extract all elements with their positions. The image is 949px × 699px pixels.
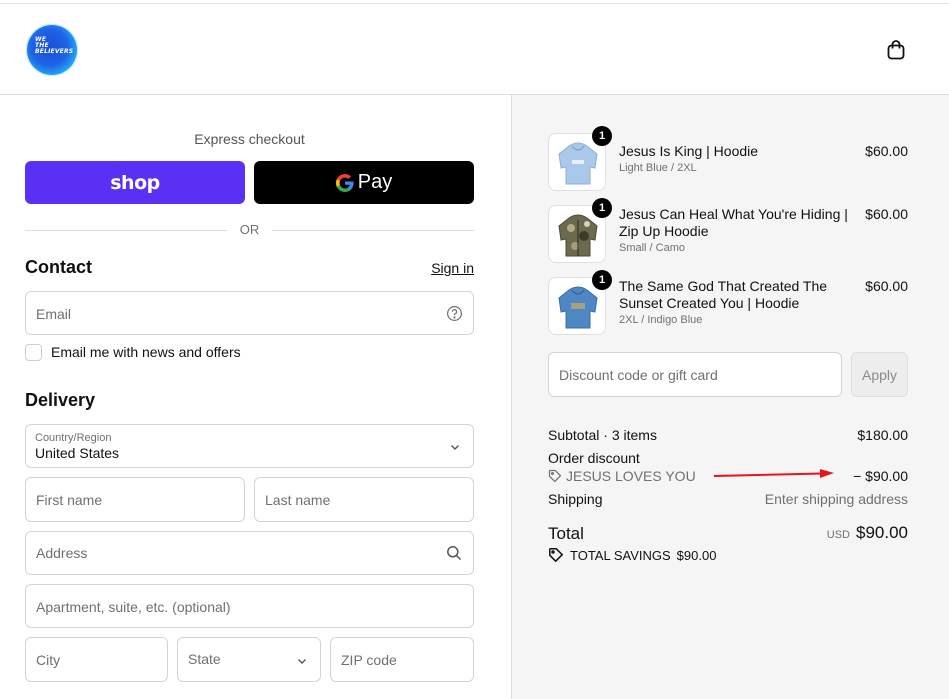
- total-savings: TOTAL SAVINGS $90.00: [548, 547, 716, 563]
- help-circle-icon[interactable]: [446, 305, 463, 322]
- shipping-value: Enter shipping address: [764, 491, 908, 507]
- item-price: $60.00: [865, 206, 908, 222]
- discount-placeholder: Discount code or gift card: [559, 367, 718, 383]
- or-divider: OR: [25, 221, 474, 239]
- logo-text: WE THE BELIEVERS: [35, 36, 74, 55]
- first-name-placeholder: First name: [36, 492, 103, 508]
- total-currency: USD: [826, 529, 850, 541]
- address-field[interactable]: Address: [25, 531, 474, 575]
- address-placeholder: Address: [36, 545, 88, 561]
- shop-pay-label: shop: [110, 171, 160, 194]
- item-variant: Small / Camo: [619, 242, 686, 254]
- quantity-badge: 1: [592, 198, 612, 218]
- item-price: $60.00: [865, 143, 908, 159]
- annotation-arrow-icon: [713, 469, 834, 478]
- item-name: Jesus Can Heal What You're Hiding | Zip …: [619, 206, 848, 239]
- discount-code-input[interactable]: Discount code or gift card: [548, 352, 842, 397]
- zip-field[interactable]: ZIP code: [330, 637, 474, 682]
- city-placeholder: City: [36, 652, 61, 668]
- checkout-form-panel: Express checkout shop Pay OR Contact Sig…: [0, 95, 511, 699]
- discount-value: − $90.00: [853, 468, 908, 484]
- product-thumbnail: 1: [548, 126, 612, 191]
- country-select[interactable]: Country/Region United States: [25, 424, 474, 468]
- cart-item: 1 Jesus Is King | Hoodie Light Blue / 2X…: [548, 126, 908, 191]
- shipping-label: Shipping: [548, 491, 603, 507]
- savings-label: TOTAL SAVINGS: [570, 547, 671, 563]
- item-variant: 2XL / Indigo Blue: [619, 314, 703, 326]
- country-label: Country/Region: [35, 432, 112, 444]
- last-name-field[interactable]: Last name: [254, 477, 474, 522]
- discount-code-text: JESUS LOVES YOU: [566, 468, 696, 484]
- email-field[interactable]: Email: [25, 291, 474, 335]
- apartment-field[interactable]: Apartment, suite, etc. (optional): [25, 584, 474, 628]
- apply-discount-button[interactable]: Apply: [851, 352, 908, 397]
- newsletter-checkbox[interactable]: [25, 343, 42, 361]
- contact-title: Contact: [25, 257, 92, 277]
- google-pay-button[interactable]: Pay: [254, 161, 474, 204]
- item-variant: Light Blue / 2XL: [619, 162, 697, 174]
- newsletter-option[interactable]: Email me with news and offers: [25, 343, 241, 361]
- savings-tag-icon: [549, 548, 564, 563]
- product-thumbnail: 1: [548, 270, 612, 335]
- total-value: $90.00: [856, 523, 908, 542]
- state-placeholder: State: [188, 651, 221, 667]
- newsletter-label: Email me with news and offers: [51, 344, 241, 360]
- cart-item: 1 Jesus Can Heal What You're Hiding | Zi…: [548, 198, 908, 263]
- order-discount-label: Order discount: [548, 450, 640, 466]
- cart-item: 1 The Same God That Created The Sunset C…: [548, 270, 908, 335]
- quantity-badge: 1: [592, 270, 612, 290]
- item-name: Jesus Is King | Hoodie: [619, 143, 759, 159]
- zip-placeholder: ZIP code: [341, 652, 397, 668]
- city-field[interactable]: City: [25, 637, 168, 682]
- tag-icon: [548, 469, 562, 483]
- search-icon[interactable]: [446, 545, 462, 561]
- product-thumbnail: 1: [548, 198, 612, 263]
- google-g-icon: [335, 173, 354, 192]
- shopping-bag-icon: [887, 40, 905, 60]
- express-checkout-title: Express checkout: [194, 131, 305, 147]
- state-select[interactable]: State: [177, 637, 321, 682]
- or-line-right: [272, 230, 474, 231]
- email-placeholder: Email: [36, 306, 72, 322]
- country-value: United States: [35, 445, 120, 461]
- quantity-badge: 1: [592, 126, 612, 146]
- delivery-title: Delivery: [25, 390, 96, 410]
- checkout-header: WE THE BELIEVERS: [0, 4, 949, 95]
- shopping-bag-button[interactable]: [884, 38, 908, 62]
- subtotal-label: Subtotal · 3 items: [548, 427, 657, 443]
- total-label: Total: [548, 524, 584, 543]
- chevron-down-icon: [451, 445, 459, 450]
- total-amount: USD $90.00: [827, 523, 908, 543]
- shop-pay-button[interactable]: shop: [25, 161, 245, 204]
- item-name: The Same God That Created The Sunset Cre…: [619, 278, 828, 311]
- sign-in-link[interactable]: Sign in: [431, 260, 474, 276]
- order-summary-panel: 1 Jesus Is King | Hoodie Light Blue / 2X…: [511, 95, 949, 699]
- savings-value: $90.00: [676, 547, 717, 563]
- item-price: $60.00: [865, 278, 908, 294]
- chevron-down-icon: [298, 659, 306, 664]
- google-pay-label: Pay: [357, 171, 393, 193]
- store-logo[interactable]: WE THE BELIEVERS: [26, 24, 78, 76]
- apartment-placeholder: Apartment, suite, etc. (optional): [36, 599, 231, 615]
- first-name-field[interactable]: First name: [25, 477, 245, 522]
- last-name-placeholder: Last name: [265, 492, 331, 508]
- discount-code-tag: JESUS LOVES YOU: [548, 468, 696, 484]
- subtotal-value: $180.00: [857, 427, 908, 443]
